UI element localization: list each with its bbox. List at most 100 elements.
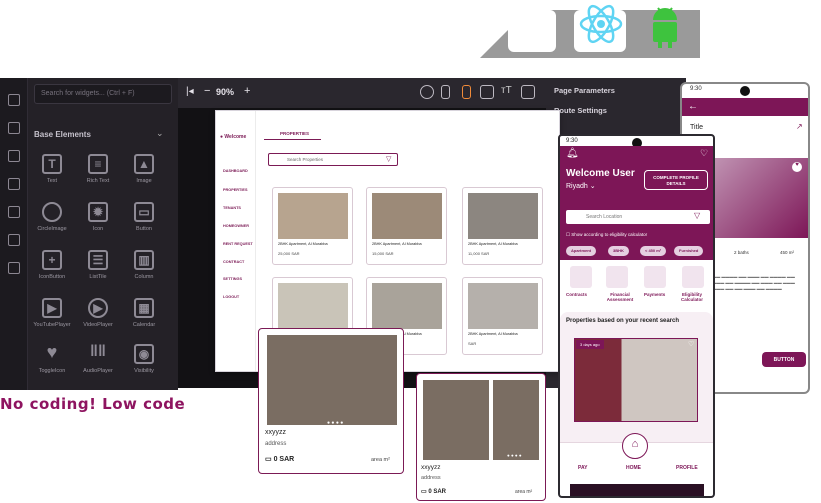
filter-icon[interactable]: ▽	[694, 211, 700, 220]
listing-card-template-2[interactable]: ● ● ● ● xxyyzz address ▭ 0 SAR area m²	[416, 373, 546, 501]
eligibility-checkbox[interactable]: ☐ Show according to eligibility calculat…	[566, 232, 647, 238]
widget-youtube-player[interactable]: ▶ YouTubePlayer	[32, 294, 72, 336]
tablet-icon[interactable]	[462, 85, 471, 99]
primary-button[interactable]: BUTTON	[762, 352, 806, 367]
keyboard-icon[interactable]	[480, 85, 494, 99]
property-photo	[372, 193, 442, 239]
location-search-input[interactable]: Search Location	[566, 210, 710, 224]
tree-icon[interactable]	[7, 122, 20, 134]
rich-text-icon: ≡	[88, 154, 108, 174]
property-card[interactable]: 2BHK Apartment, Al Murabba 25,000 SAR	[272, 187, 353, 265]
phone-icon[interactable]	[441, 85, 450, 99]
panel-subtitle: Route Settings	[554, 106, 607, 115]
filter-chip[interactable]: 3BHK	[608, 246, 629, 256]
tile-contracts[interactable]: Contracts	[566, 292, 587, 297]
widget-audio-player[interactable]: ‖‖ AudioPlayer	[78, 340, 118, 382]
recent-listing-image[interactable]	[574, 338, 698, 422]
collapse-icon[interactable]: |◂	[186, 86, 194, 97]
tile-financial[interactable]: Financial Assessment	[602, 292, 638, 302]
carousel-dots[interactable]: ● ● ● ●	[507, 453, 522, 458]
widget-text[interactable]: T Text	[32, 150, 72, 192]
listing-price: ▭ 0 SAR	[421, 489, 447, 495]
audio-icon: ‖‖	[90, 343, 106, 360]
chevron-down-icon[interactable]: ⌄	[156, 128, 164, 139]
pages-icon[interactable]	[7, 94, 20, 106]
nav-settings[interactable]: SETTINGS	[223, 277, 242, 281]
property-card[interactable]: 2BHK Apartment, Al Murabba 11,000 SAR	[462, 187, 543, 265]
listing-address: address	[265, 441, 287, 447]
filter-chip[interactable]: < 450 m²	[640, 246, 667, 256]
widget-circle-image[interactable]: CircleImage	[32, 198, 72, 240]
property-card[interactable]: 2BHK Apartment, Al MurabbaSAR	[462, 277, 543, 355]
widget-search-input[interactable]: Search for widgets... (Ctrl + F)	[34, 84, 172, 104]
elements-icon[interactable]	[7, 150, 20, 162]
filter-chip[interactable]: Apartment	[566, 246, 597, 256]
bell-icon[interactable]: 🔔︎	[566, 148, 579, 159]
theme-icon[interactable]	[420, 85, 434, 99]
nav-contract[interactable]: CONTRACT	[223, 260, 244, 264]
complete-profile-button[interactable]: COMPLETE PROFILE DETAILS	[644, 170, 708, 190]
city-select[interactable]: Riyadh ⌄	[566, 182, 596, 190]
contracts-icon[interactable]	[570, 266, 592, 288]
property-photo	[468, 283, 538, 329]
plus-icon: +	[42, 250, 62, 270]
widget-visibility[interactable]: ◉ Visibility	[124, 340, 164, 382]
property-search-input[interactable]: Search Properties	[268, 153, 398, 166]
widget-panel: Search for widgets... (Ctrl + F) Base El…	[0, 78, 178, 390]
favorite-icon[interactable]: ♡	[688, 340, 694, 348]
heart-icon[interactable]: ♥	[792, 162, 802, 172]
media-icon[interactable]	[7, 206, 20, 218]
property-card[interactable]: 2BHK Apartment, Al Murabba 15,000 SAR	[366, 187, 447, 265]
widget-icon[interactable]: ✹ Icon	[78, 198, 118, 240]
data-icon[interactable]	[7, 178, 20, 190]
widget-calendar[interactable]: ▦ Calendar	[124, 294, 164, 336]
tile-payments[interactable]: Payments	[644, 292, 665, 297]
nav-home[interactable]: HOME	[626, 465, 641, 471]
widget-column[interactable]: ▥ Column	[124, 246, 164, 288]
payments-icon[interactable]	[644, 266, 666, 288]
widget-image[interactable]: ▲ Image	[124, 150, 164, 192]
area-label: 450 m²	[780, 250, 795, 255]
tab-properties[interactable]: PROPERTIES	[280, 131, 309, 136]
android-icon	[650, 4, 680, 48]
property-photo	[372, 283, 442, 329]
nav-logout[interactable]: LOGOUT	[223, 295, 239, 299]
listing-image-2	[493, 380, 539, 460]
filter-icon[interactable]: ▽	[386, 155, 391, 163]
share-icon[interactable]: ↗	[796, 122, 803, 131]
nav-homeowner[interactable]: HOMEOWNER	[223, 224, 249, 228]
tagline: No coding! Low code	[0, 395, 186, 413]
desktop-sidebar: ● Welcome DASHBOARD PROPERTIES TENANTS H…	[216, 111, 256, 371]
showcase-canvas: Search for widgets... (Ctrl + F) Base El…	[0, 0, 821, 503]
nav-rent-request[interactable]: RENT REQUEST	[223, 242, 253, 246]
settings-icon[interactable]	[7, 262, 20, 274]
widget-list-tile[interactable]: ☰ ListTile	[78, 246, 118, 288]
calculator-icon[interactable]	[682, 266, 704, 288]
nav-dashboard[interactable]: DASHBOARD	[223, 169, 248, 173]
widget-icon-button[interactable]: + IconButton	[32, 246, 72, 288]
carousel-dots[interactable]: ● ● ● ●	[327, 420, 343, 426]
zoom-level: 90%	[216, 87, 235, 97]
nav-pay[interactable]: PAY	[578, 465, 587, 471]
filter-chip[interactable]: Furnished	[674, 246, 704, 256]
widget-rich-text[interactable]: ≡ Rich Text	[78, 150, 118, 192]
nav-profile[interactable]: PROFILE	[676, 465, 698, 471]
nav-properties[interactable]: PROPERTIES	[223, 188, 247, 192]
zoom-in-button[interactable]: +	[244, 85, 250, 97]
tile-eligibility[interactable]: Eligibility Calculator	[674, 292, 710, 302]
back-arrow-icon[interactable]: ←	[682, 98, 808, 116]
text-scale-icon[interactable]: ᴛT	[501, 85, 515, 99]
nav-tenants[interactable]: TENANTS	[223, 206, 241, 210]
date-badge: 3 days ago	[576, 340, 604, 349]
assessment-icon[interactable]	[606, 266, 628, 288]
widget-video-player[interactable]: ▶ VideoPlayer	[78, 294, 118, 336]
tree-icon[interactable]	[521, 85, 535, 99]
widget-button[interactable]: ▭ Button	[124, 198, 164, 240]
list-icon: ☰	[88, 250, 108, 270]
heart-icon[interactable]: ♡	[700, 148, 708, 159]
listing-card-template[interactable]: ● ● ● ● xxyyzz address ▭ 0 SAR area m²	[258, 328, 404, 474]
widget-toggle-icon[interactable]: ♥ ToggleIcon	[32, 340, 72, 382]
zoom-out-button[interactable]: −	[204, 85, 210, 97]
api-icon[interactable]	[7, 234, 20, 246]
home-icon[interactable]: ⌂	[622, 433, 648, 459]
